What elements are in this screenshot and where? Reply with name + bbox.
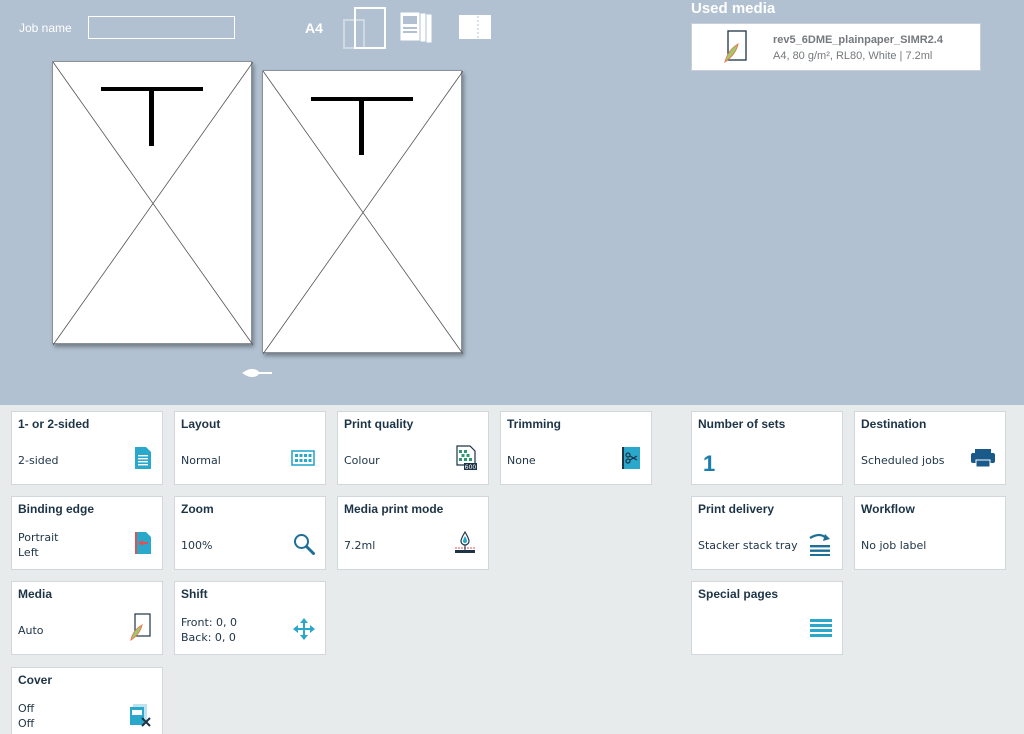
preview-page-2[interactable] xyxy=(262,70,463,354)
special-pages-title: Special pages xyxy=(698,587,779,601)
sided-title: 1- or 2-sided xyxy=(18,417,90,431)
page-slider-handle[interactable] xyxy=(242,366,274,385)
spread-view-button[interactable] xyxy=(458,14,492,40)
media-sheet-icon xyxy=(130,613,151,641)
layout-grid-icon xyxy=(291,450,315,466)
preview-page-1[interactable] xyxy=(52,61,253,345)
media-title: Media xyxy=(18,587,53,601)
booklet-view-button[interactable] xyxy=(399,11,433,45)
workflow-value: No job label xyxy=(861,539,927,552)
zoom-tile[interactable]: Zoom 100% xyxy=(174,496,326,570)
preview-area: Job name A4 Used media rev5_6DME_plainpa… xyxy=(0,0,1024,405)
number-of-sets-tile[interactable]: Number of sets 1 xyxy=(691,411,843,485)
number-of-sets-title: Number of sets xyxy=(698,417,786,431)
scissors-icon xyxy=(622,447,640,469)
shift-front-value: Front: 0, 0 xyxy=(181,616,238,629)
sided-value: 2-sided xyxy=(18,454,59,467)
layout-title: Layout xyxy=(181,417,221,431)
page-1-letter-graphic xyxy=(101,87,203,146)
magnifier-icon xyxy=(294,534,315,555)
binding-edge-icon xyxy=(135,532,151,554)
list-lines-icon xyxy=(810,619,832,637)
trimming-title: Trimming xyxy=(507,417,562,431)
cover-icon xyxy=(130,704,151,727)
svg-text:600: 600 xyxy=(465,464,477,471)
spread-view-icon xyxy=(459,15,491,39)
layout-value: Normal xyxy=(181,454,221,467)
binding-edge-value: Portrait Left xyxy=(18,530,58,560)
destination-title: Destination xyxy=(861,417,927,431)
printer-icon xyxy=(971,449,995,467)
cover-tile[interactable]: Cover Off Off xyxy=(11,667,163,734)
move-arrows-icon xyxy=(293,618,315,640)
print-quality-title: Print quality xyxy=(344,417,414,431)
number-of-sets-value: 1 xyxy=(703,451,716,476)
paper-size-label: A4 xyxy=(305,20,323,36)
cover-title: Cover xyxy=(18,673,53,687)
workflow-title: Workflow xyxy=(861,502,915,516)
used-media-title: Used media xyxy=(691,0,776,17)
print-delivery-tile[interactable]: Print delivery Stacker stack tray xyxy=(691,496,843,570)
sided-tile[interactable]: 1- or 2-sided 2-sided xyxy=(11,411,163,485)
print-delivery-value: Stacker stack tray xyxy=(698,539,798,552)
media-print-mode-tile[interactable]: Media print mode 7.2ml xyxy=(337,496,489,570)
job-name-label: Job name xyxy=(19,21,72,35)
shift-value: Front: 0, 0 Back: 0, 0 xyxy=(181,615,237,645)
print-quality-tile[interactable]: Print quality Colour 600 xyxy=(337,411,489,485)
special-pages-tile[interactable]: Special pages xyxy=(691,581,843,655)
slider-handle-icon xyxy=(242,369,272,377)
cover-back-value: Off xyxy=(18,717,35,730)
stacker-icon xyxy=(809,533,830,556)
single-page-view-icon xyxy=(343,7,386,49)
media-sheet-icon xyxy=(724,30,747,64)
binding-edge-tile[interactable]: Binding edge Portrait Left xyxy=(11,496,163,570)
booklet-view-icon xyxy=(399,11,433,44)
shift-back-value: Back: 0, 0 xyxy=(181,631,236,644)
cover-value: Off Off xyxy=(18,701,34,731)
ink-drop-icon xyxy=(455,530,475,553)
used-media-name: rev5_6DME_plainpaper_SIMR2.4 xyxy=(773,34,943,46)
print-delivery-title: Print delivery xyxy=(698,502,775,516)
trimming-value: None xyxy=(507,454,536,467)
print-quality-value: Colour xyxy=(344,454,380,467)
page-2-letter-graphic xyxy=(311,97,413,155)
layout-tile[interactable]: Layout Normal xyxy=(174,411,326,485)
shift-title: Shift xyxy=(181,587,208,601)
used-media-description: A4, 80 g/m², RL80, White | 7.2ml xyxy=(773,50,933,62)
media-value: Auto xyxy=(18,624,44,637)
trimming-tile[interactable]: Trimming None xyxy=(500,411,652,485)
media-print-mode-value: 7.2ml xyxy=(344,539,376,552)
shift-tile[interactable]: Shift Front: 0, 0 Back: 0, 0 xyxy=(174,581,326,655)
binding-edge-side: Left xyxy=(18,546,39,559)
binding-edge-orientation: Portrait xyxy=(18,531,59,544)
destination-value: Scheduled jobs xyxy=(861,454,945,467)
media-tile[interactable]: Media Auto xyxy=(11,581,163,655)
workflow-tile[interactable]: Workflow No job label xyxy=(854,496,1006,570)
single-page-view-button[interactable] xyxy=(343,6,387,50)
zoom-title: Zoom xyxy=(181,502,214,516)
cover-front-value: Off xyxy=(18,702,35,715)
zoom-value: 100% xyxy=(181,539,213,552)
media-print-mode-title: Media print mode xyxy=(344,502,444,516)
job-name-input[interactable] xyxy=(88,16,235,39)
used-media-card[interactable]: rev5_6DME_plainpaper_SIMR2.4 A4, 80 g/m²… xyxy=(691,23,981,71)
print-quality-icon: 600 xyxy=(456,445,477,471)
binding-edge-title: Binding edge xyxy=(18,502,94,516)
document-icon xyxy=(135,447,151,469)
destination-tile[interactable]: Destination Scheduled jobs xyxy=(854,411,1006,485)
